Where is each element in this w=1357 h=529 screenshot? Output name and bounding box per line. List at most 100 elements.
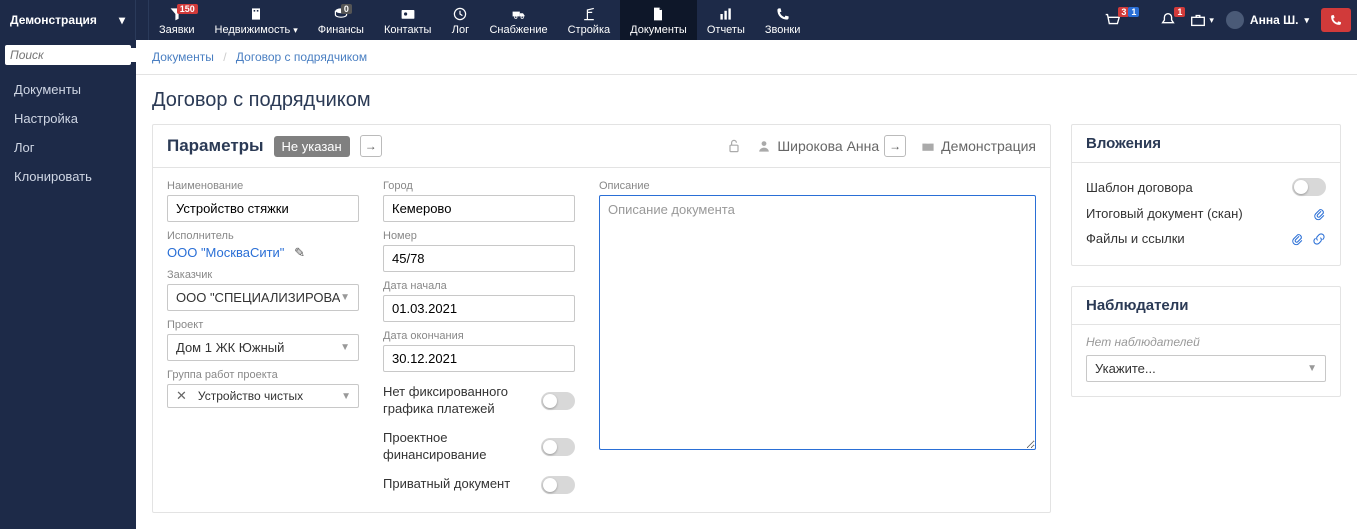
chevron-down-icon: ▼ (337, 391, 355, 402)
owner-name: Широкова Анна (777, 138, 879, 154)
no-schedule-toggle[interactable] (541, 392, 575, 410)
nav-construction[interactable]: Стройка (558, 0, 621, 40)
link-icon[interactable] (1312, 232, 1326, 246)
label-city: Город (383, 180, 575, 192)
name-input[interactable] (167, 195, 359, 222)
owner-change-button[interactable]: → (884, 135, 906, 157)
sidebar-search[interactable] (5, 45, 131, 65)
truck-icon (510, 6, 528, 22)
chevron-down-icon: ▾ (1304, 15, 1309, 26)
document-icon (649, 6, 667, 22)
phone-icon (1329, 13, 1343, 27)
status-next-button[interactable]: → (360, 135, 382, 157)
requests-badge: 150 (177, 4, 198, 14)
label-number: Номер (383, 230, 575, 242)
observers-empty: Нет наблюдателей (1086, 335, 1326, 349)
date-end-input[interactable] (383, 345, 575, 372)
nav-log[interactable]: Лог (441, 0, 479, 40)
label-group: Группа работ проекта (167, 369, 359, 381)
history-icon (451, 6, 469, 22)
org-name: Демонстрация (10, 13, 97, 27)
chevron-down-icon: ▼ (1307, 363, 1317, 374)
user-name: Анна Ш. (1250, 13, 1299, 27)
briefcase-icon (1189, 11, 1207, 29)
executor-link[interactable]: ООО "МоскваСити" (167, 245, 284, 260)
params-title: Параметры (167, 136, 264, 156)
label-date-start: Дата начала (383, 280, 575, 292)
org-display: Демонстрация (941, 138, 1036, 154)
label-date-end: Дата окончания (383, 330, 575, 342)
label-executor: Исполнитель (167, 230, 359, 242)
nav-documents[interactable]: Документы (620, 0, 697, 40)
label-name: Наименование (167, 180, 359, 192)
sidemenu-documents[interactable]: Документы (0, 75, 136, 104)
org-selector[interactable]: Демонстрация ▾ (0, 0, 136, 40)
label-proj-finance: Проектное финансирование (383, 430, 533, 464)
proj-finance-toggle[interactable] (541, 438, 575, 456)
group-value: Устройство чистых (198, 389, 331, 403)
nav-contacts[interactable]: Контакты (374, 0, 442, 40)
observers-title: Наблюдатели (1072, 287, 1340, 325)
nav-finance[interactable]: 0 Финансы (308, 0, 374, 40)
customer-select[interactable]: ООО "СПЕЦИАЛИЗИРОВАННЫЙ▼ (167, 284, 359, 311)
breadcrumb: Документы / Договор с подрядчиком (136, 40, 1357, 75)
expand-sidebar-button[interactable] (136, 0, 149, 40)
group-tag-input[interactable]: ✕ Устройство чистых ▼ (167, 384, 359, 408)
bell-badge: 1 (1174, 7, 1185, 17)
nav-requests[interactable]: 150 Заявки (149, 0, 205, 40)
city-input[interactable] (383, 195, 575, 222)
breadcrumb-root[interactable]: Документы (152, 50, 214, 64)
chart-icon (717, 6, 735, 22)
sidemenu-clone[interactable]: Клонировать (0, 162, 136, 191)
description-textarea[interactable] (599, 195, 1036, 450)
building-icon (247, 6, 265, 22)
chevron-down-icon: ▾ (293, 25, 298, 35)
attach-files-label: Файлы и ссылки (1086, 231, 1282, 246)
label-project: Проект (167, 319, 359, 331)
label-no-schedule: Нет фиксированного графика платежей (383, 384, 533, 418)
call-button[interactable] (1321, 8, 1351, 32)
label-private: Приватный документ (383, 476, 510, 493)
cart-button[interactable]: 3 1 (1103, 11, 1121, 29)
nav-realty[interactable]: Недвижимость▾ (205, 0, 308, 40)
number-input[interactable] (383, 245, 575, 272)
crane-icon (580, 6, 598, 22)
finance-badge: 0 (341, 4, 352, 14)
attach-scan-label: Итоговый документ (скан) (1086, 206, 1304, 221)
paperclip-icon[interactable] (1312, 207, 1326, 221)
chevron-down-icon: ▼ (340, 342, 350, 353)
briefcase-icon (920, 138, 936, 154)
sidemenu-settings[interactable]: Настройка (0, 104, 136, 133)
avatar-icon (1226, 11, 1244, 29)
sidemenu-log[interactable]: Лог (0, 133, 136, 162)
phone-icon (774, 6, 792, 22)
chevron-down-icon: ▾ (1209, 15, 1214, 26)
cart-badge-2: 1 (1128, 7, 1139, 17)
status-badge: Не указан (274, 136, 350, 157)
observers-select[interactable]: Укажите... ▼ (1086, 355, 1326, 382)
page-title: Договор с подрядчиком (136, 75, 1357, 124)
label-customer: Заказчик (167, 269, 359, 281)
chevron-down-icon: ▾ (119, 13, 125, 27)
unlock-icon[interactable] (726, 138, 742, 154)
pencil-icon[interactable]: ✎ (294, 245, 305, 260)
label-description: Описание (599, 180, 1036, 192)
remove-tag-button[interactable]: ✕ (171, 388, 192, 404)
template-toggle[interactable] (1292, 178, 1326, 196)
paperclip-icon[interactable] (1290, 232, 1304, 246)
user-menu[interactable]: Анна Ш. ▾ (1226, 11, 1309, 29)
briefcase-button[interactable]: ▾ (1189, 11, 1214, 29)
person-icon (756, 138, 772, 154)
private-toggle[interactable] (541, 476, 575, 494)
nav-reports[interactable]: Отчеты (697, 0, 755, 40)
nav-calls[interactable]: Звонки (755, 0, 811, 40)
nav-supply[interactable]: Снабжение (479, 0, 557, 40)
notifications-button[interactable]: 1 (1159, 11, 1177, 29)
project-select[interactable]: Дом 1 ЖК Южный▼ (167, 334, 359, 361)
attach-template-label: Шаблон договора (1086, 180, 1284, 195)
date-start-input[interactable] (383, 295, 575, 322)
chevron-down-icon: ▼ (340, 292, 350, 303)
attachments-title: Вложения (1072, 125, 1340, 163)
breadcrumb-current[interactable]: Договор с подрядчиком (236, 50, 367, 64)
card-icon (399, 6, 417, 22)
